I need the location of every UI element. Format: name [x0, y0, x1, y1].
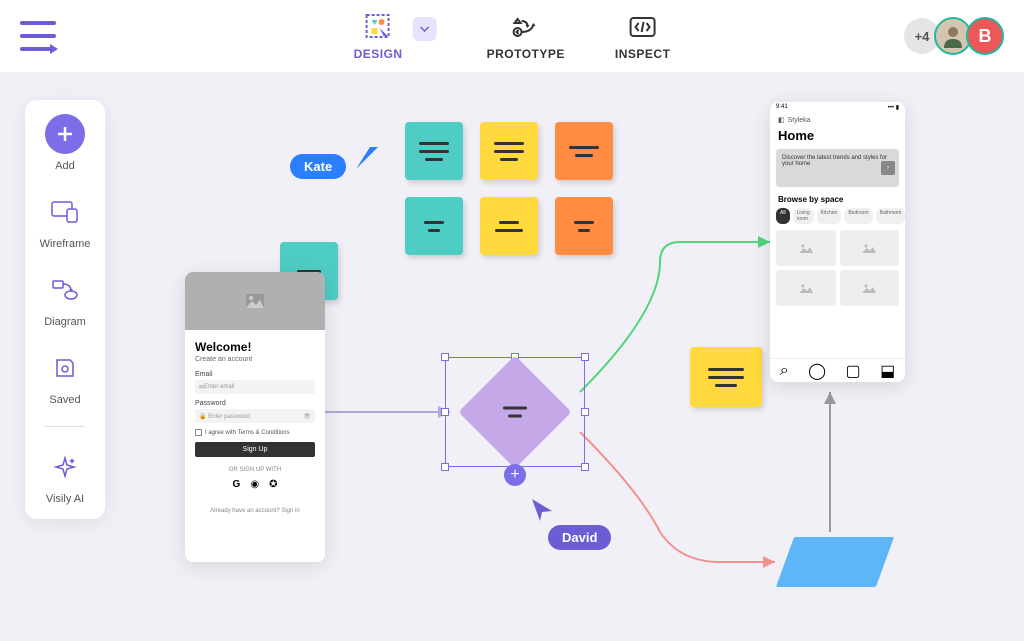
email-label: Email — [195, 371, 315, 378]
design-canvas[interactable]: Kate + David Welcome! Create an acc — [0, 72, 1024, 641]
tab-label: DESIGN — [354, 47, 403, 61]
sticky-note[interactable] — [690, 347, 762, 407]
promo-banner[interactable]: Discover the latest trends and styles fo… — [776, 149, 899, 187]
chip[interactable]: Kitchen — [817, 208, 842, 224]
image-icon — [862, 283, 876, 293]
welcome-title: Welcome! — [195, 340, 315, 354]
apple-icon[interactable]: ✪ — [269, 479, 277, 490]
collaborator-badge[interactable]: B — [966, 17, 1004, 55]
cursor-icon — [530, 497, 554, 521]
chip[interactable]: Bathroom — [876, 208, 905, 224]
sidebar-item-wireframe[interactable]: Wireframe — [40, 192, 91, 250]
app-header: DESIGN PROTOTYPE INSPECT +4 B — [0, 0, 1024, 72]
sidebar-item-label: Add — [55, 160, 75, 172]
collaborator-cursor-kate: Kate — [290, 154, 380, 179]
tab-label: PROTOTYPE — [487, 47, 565, 61]
image-icon — [799, 243, 813, 253]
prototype-icon — [510, 11, 542, 43]
collaborator-cursor-david: David — [530, 497, 611, 550]
hamburger-menu-button[interactable] — [20, 21, 56, 51]
profile-icon[interactable]: ◯ — [808, 361, 826, 381]
sidebar-item-add[interactable]: Add — [45, 114, 85, 172]
sidebar-divider — [45, 426, 85, 427]
product-card[interactable] — [840, 230, 900, 266]
google-icon[interactable]: G — [233, 479, 241, 490]
tab-inspect[interactable]: INSPECT — [615, 11, 671, 61]
design-icon — [362, 11, 394, 43]
cursor-icon — [354, 145, 380, 171]
person-icon — [941, 24, 965, 48]
or-divider: OR SIGN UP WITH — [195, 467, 315, 473]
product-grid — [770, 230, 905, 306]
sidebar-item-label: Wireframe — [40, 238, 91, 250]
password-label: Password — [195, 400, 315, 407]
cursor-label: Kate — [290, 154, 346, 179]
sidebar-item-diagram[interactable]: Diagram — [44, 270, 86, 328]
add-icon — [45, 114, 85, 154]
header-collaborators: +4 B — [904, 17, 1004, 55]
facebook-icon[interactable]: ◉ — [250, 479, 259, 490]
signup-button[interactable]: Sign Up — [195, 442, 315, 457]
sticky-note[interactable] — [405, 197, 463, 255]
image-icon — [799, 283, 813, 293]
bookmark-icon[interactable]: ▢ — [846, 361, 861, 381]
wireframe-home-screen[interactable]: 9:41••• ▮ ◧Styleka Home Discover the lat… — [770, 102, 905, 382]
product-card[interactable] — [776, 230, 836, 266]
tab-design[interactable]: DESIGN — [354, 11, 403, 61]
chip[interactable]: All — [776, 208, 790, 224]
tool-sidebar: Add Wireframe Diagram Saved Visily AI — [25, 100, 105, 519]
inspect-icon — [627, 11, 659, 43]
terms-checkbox[interactable]: I agree with Terms & Conditions — [195, 429, 315, 436]
sidebar-item-saved[interactable]: Saved — [45, 348, 85, 406]
social-buttons: G ◉ ✪ — [195, 479, 315, 490]
signin-link[interactable]: Already have an account? Sign in — [195, 508, 315, 514]
decision-node[interactable]: + — [450, 362, 580, 462]
image-icon — [862, 243, 876, 253]
email-input[interactable]: ✉ Enter email — [195, 380, 315, 394]
sparkle-icon — [45, 447, 85, 487]
wireframe-icon — [45, 192, 85, 232]
tab-label: INSPECT — [615, 47, 671, 61]
saved-icon — [45, 348, 85, 388]
diagram-icon — [45, 270, 85, 310]
sticky-note[interactable] — [405, 122, 463, 180]
bottom-tabbar: ⌕ ◯ ▢ ⬓ — [770, 358, 905, 382]
cart-icon[interactable]: ⬓ — [880, 361, 895, 381]
product-card[interactable] — [776, 270, 836, 306]
sticky-note[interactable] — [555, 122, 613, 180]
mode-tabs: DESIGN PROTOTYPE INSPECT — [354, 11, 671, 61]
tab-prototype[interactable]: PROTOTYPE — [487, 11, 565, 61]
hero-placeholder — [185, 272, 325, 330]
welcome-subtitle: Create an account — [195, 356, 315, 363]
add-connection-button[interactable]: + — [504, 464, 526, 486]
chevron-down-icon — [420, 26, 430, 32]
wireframe-welcome-screen[interactable]: Welcome! Create an account Email ✉ Enter… — [185, 272, 325, 562]
arrow-right-icon: › — [881, 161, 895, 175]
home-title: Home — [770, 128, 905, 149]
section-title: Browse by space — [770, 195, 905, 204]
search-icon[interactable]: ⌕ — [780, 362, 789, 380]
data-node[interactable] — [776, 537, 894, 587]
password-input[interactable]: 🔒 Enter password👁 — [195, 409, 315, 423]
sidebar-item-label: Saved — [49, 394, 80, 406]
sidebar-item-ai[interactable]: Visily AI — [45, 447, 85, 505]
chip[interactable]: Bedroom — [844, 208, 872, 224]
product-card[interactable] — [840, 270, 900, 306]
sidebar-item-label: Visily AI — [46, 493, 84, 505]
design-dropdown-button[interactable] — [413, 17, 437, 41]
category-chips: All Living room Kitchen Bedroom Bathroom — [770, 208, 905, 230]
status-bar: 9:41••• ▮ — [770, 102, 905, 112]
image-icon — [246, 294, 264, 308]
sidebar-item-label: Diagram — [44, 316, 86, 328]
sticky-note[interactable] — [555, 197, 613, 255]
sticky-note[interactable] — [480, 197, 538, 255]
sticky-note[interactable] — [480, 122, 538, 180]
brand-row: ◧Styleka — [770, 112, 905, 128]
chip[interactable]: Living room — [793, 208, 814, 224]
cursor-label: David — [548, 525, 611, 550]
